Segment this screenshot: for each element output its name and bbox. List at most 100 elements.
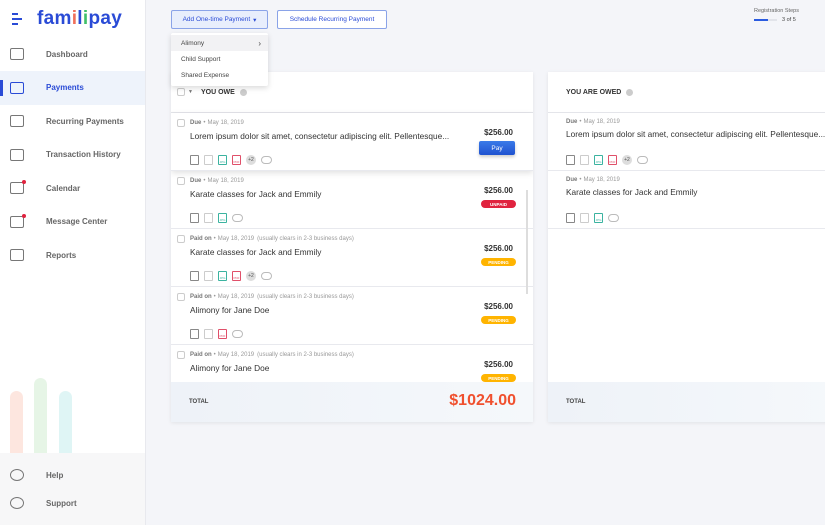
note-icon[interactable] bbox=[204, 271, 213, 281]
calendar-icon[interactable] bbox=[566, 155, 575, 165]
row-checkbox[interactable] bbox=[177, 351, 185, 359]
sidebar-item-reports[interactable]: Reports bbox=[0, 238, 145, 272]
schedule-recurring-payment-button[interactable]: Schedule Recurring Payment bbox=[277, 10, 387, 29]
row-date: May 18, 2019 bbox=[207, 178, 244, 184]
comment-icon[interactable] bbox=[261, 272, 272, 280]
pdf-file-icon[interactable]: PDF bbox=[608, 155, 617, 165]
row-status: Due bbox=[190, 178, 202, 184]
comment-icon[interactable] bbox=[232, 330, 243, 338]
jpg-file-icon[interactable]: JPG bbox=[594, 155, 603, 165]
caret-down-icon[interactable]: ▼ bbox=[188, 89, 193, 95]
calendar-icon[interactable] bbox=[190, 271, 199, 281]
row-title: Karate classes for Jack and Emmily bbox=[190, 247, 322, 257]
comment-icon[interactable] bbox=[637, 156, 648, 164]
sidebar-item-message-center[interactable]: Message Center bbox=[0, 205, 145, 239]
sidebar-item-support[interactable]: Support bbox=[0, 486, 145, 520]
table-row[interactable]: Due • May 18, 2019 Karate classes for Jack … bbox=[171, 171, 533, 229]
pdf-file-icon[interactable]: PDF bbox=[218, 329, 227, 339]
attachment-icons: JPG PDF +2 bbox=[190, 155, 272, 165]
card-title: YOU OWE bbox=[200, 88, 235, 96]
scrollbar[interactable] bbox=[526, 190, 528, 294]
calendar-icon[interactable] bbox=[190, 213, 199, 223]
more-files-badge[interactable]: +2 bbox=[246, 271, 256, 281]
dropdown-item-alimony[interactable]: Alimony › bbox=[171, 35, 268, 51]
attachment-icons: JPG bbox=[566, 213, 619, 223]
row-date: May 18, 2019 bbox=[207, 120, 244, 126]
bullet: • bbox=[213, 352, 216, 358]
row-meta: Due • May 18, 2019 bbox=[177, 177, 533, 185]
more-files-badge[interactable]: +2 bbox=[246, 155, 256, 165]
row-checkbox[interactable] bbox=[177, 235, 185, 243]
card-title: YOU ARE OWED bbox=[566, 88, 622, 96]
table-row[interactable]: Paid on • May 18, 2019 (usually clears in 2… bbox=[171, 229, 533, 287]
row-amount: $256.00 bbox=[484, 186, 513, 195]
row-amount: $256.00 bbox=[484, 360, 513, 369]
pdf-file-icon[interactable]: PDF bbox=[232, 271, 241, 281]
calendar-icon[interactable] bbox=[566, 213, 575, 223]
calendar-icon[interactable] bbox=[190, 329, 199, 339]
table-row[interactable]: Due • May 18, 2019 Karate classes for Jack … bbox=[548, 171, 825, 229]
note-icon[interactable] bbox=[204, 213, 213, 223]
jpg-file-icon[interactable]: JPG bbox=[594, 213, 603, 223]
dropdown-item-child-support[interactable]: Child Support bbox=[171, 51, 268, 67]
sidebar-item-dashboard[interactable]: Dashboard bbox=[0, 37, 145, 71]
table-row[interactable]: Due • May 18, 2019 Lorem ipsum dolor sit am… bbox=[548, 113, 825, 171]
sidebar-item-label: Reports bbox=[46, 250, 77, 260]
chevron-down-icon: ▾ bbox=[253, 16, 257, 24]
row-checkbox[interactable] bbox=[177, 177, 185, 185]
comment-icon[interactable] bbox=[608, 214, 619, 222]
comment-icon[interactable] bbox=[261, 156, 272, 164]
pay-button[interactable]: Pay bbox=[479, 141, 515, 155]
comment-icon[interactable] bbox=[232, 214, 243, 222]
select-all-checkbox[interactable] bbox=[177, 88, 185, 96]
dropdown-item-shared-expense[interactable]: Shared Expense bbox=[171, 67, 268, 83]
headset-icon bbox=[10, 497, 24, 509]
jpg-file-icon[interactable]: JPG bbox=[218, 155, 227, 165]
note-icon[interactable] bbox=[580, 155, 589, 165]
help-icon bbox=[10, 469, 24, 481]
attachment-icons: JPG PDF +2 bbox=[566, 155, 648, 165]
sidebar-item-payments[interactable]: Payments bbox=[0, 70, 145, 105]
row-title: Alimony for Jane Doe bbox=[190, 305, 270, 315]
menu-icon[interactable] bbox=[12, 13, 22, 28]
attachment-icons: PDF bbox=[190, 329, 243, 339]
row-meta: Due • May 18, 2019 bbox=[561, 119, 825, 125]
status-badge: PENDING bbox=[481, 374, 516, 382]
registration-progress-bar bbox=[754, 19, 777, 21]
pdf-file-icon[interactable]: PDF bbox=[232, 155, 241, 165]
row-status: Due bbox=[566, 119, 578, 125]
logo[interactable]: familipay bbox=[37, 8, 122, 30]
note-icon[interactable] bbox=[580, 213, 589, 223]
info-icon[interactable] bbox=[626, 88, 634, 96]
button-label: Schedule Recurring Payment bbox=[289, 16, 375, 23]
logo-text: fam bbox=[37, 8, 72, 29]
message-icon bbox=[10, 213, 26, 228]
table-row[interactable]: Due • May 18, 2019 Lorem ipsum dolor sit am… bbox=[171, 113, 533, 171]
clock-icon bbox=[10, 115, 24, 127]
registration-step-count: 3 of 5 bbox=[782, 17, 796, 23]
row-note: (usually clears in 2-3 business days) bbox=[257, 294, 354, 300]
row-meta: Paid on • May 18, 2019 (usually clears in 2… bbox=[177, 293, 533, 301]
jpg-file-icon[interactable]: JPG bbox=[218, 271, 227, 281]
info-icon[interactable] bbox=[239, 88, 247, 96]
sidebar-item-calendar[interactable]: Calendar bbox=[0, 171, 145, 205]
sidebar-item-transaction-history[interactable]: Transaction History bbox=[0, 138, 145, 172]
note-icon[interactable] bbox=[204, 155, 213, 165]
more-files-badge[interactable]: +2 bbox=[622, 155, 632, 165]
total-footer: TOTAL bbox=[548, 382, 825, 422]
row-checkbox[interactable] bbox=[177, 119, 185, 127]
note-icon[interactable] bbox=[204, 329, 213, 339]
row-status: Paid on bbox=[190, 352, 212, 358]
row-meta: Due • May 18, 2019 bbox=[177, 119, 533, 127]
sidebar-item-recurring-payments[interactable]: Recurring Payments bbox=[0, 104, 145, 138]
bullet: • bbox=[203, 178, 206, 184]
row-amount: $256.00 bbox=[484, 302, 513, 311]
row-meta: Due • May 18, 2019 bbox=[561, 177, 825, 183]
jpg-file-icon[interactable]: JPG bbox=[218, 213, 227, 223]
calendar-icon[interactable] bbox=[190, 155, 199, 165]
row-checkbox[interactable] bbox=[177, 293, 185, 301]
total-label: TOTAL bbox=[189, 399, 209, 405]
table-row[interactable]: Paid on • May 18, 2019 (usually clears in 2… bbox=[171, 287, 533, 345]
row-meta: Paid on • May 18, 2019 (usually clears in 2… bbox=[177, 351, 533, 359]
add-one-time-payment-button[interactable]: Add One-time Payment ▾ bbox=[171, 10, 268, 29]
